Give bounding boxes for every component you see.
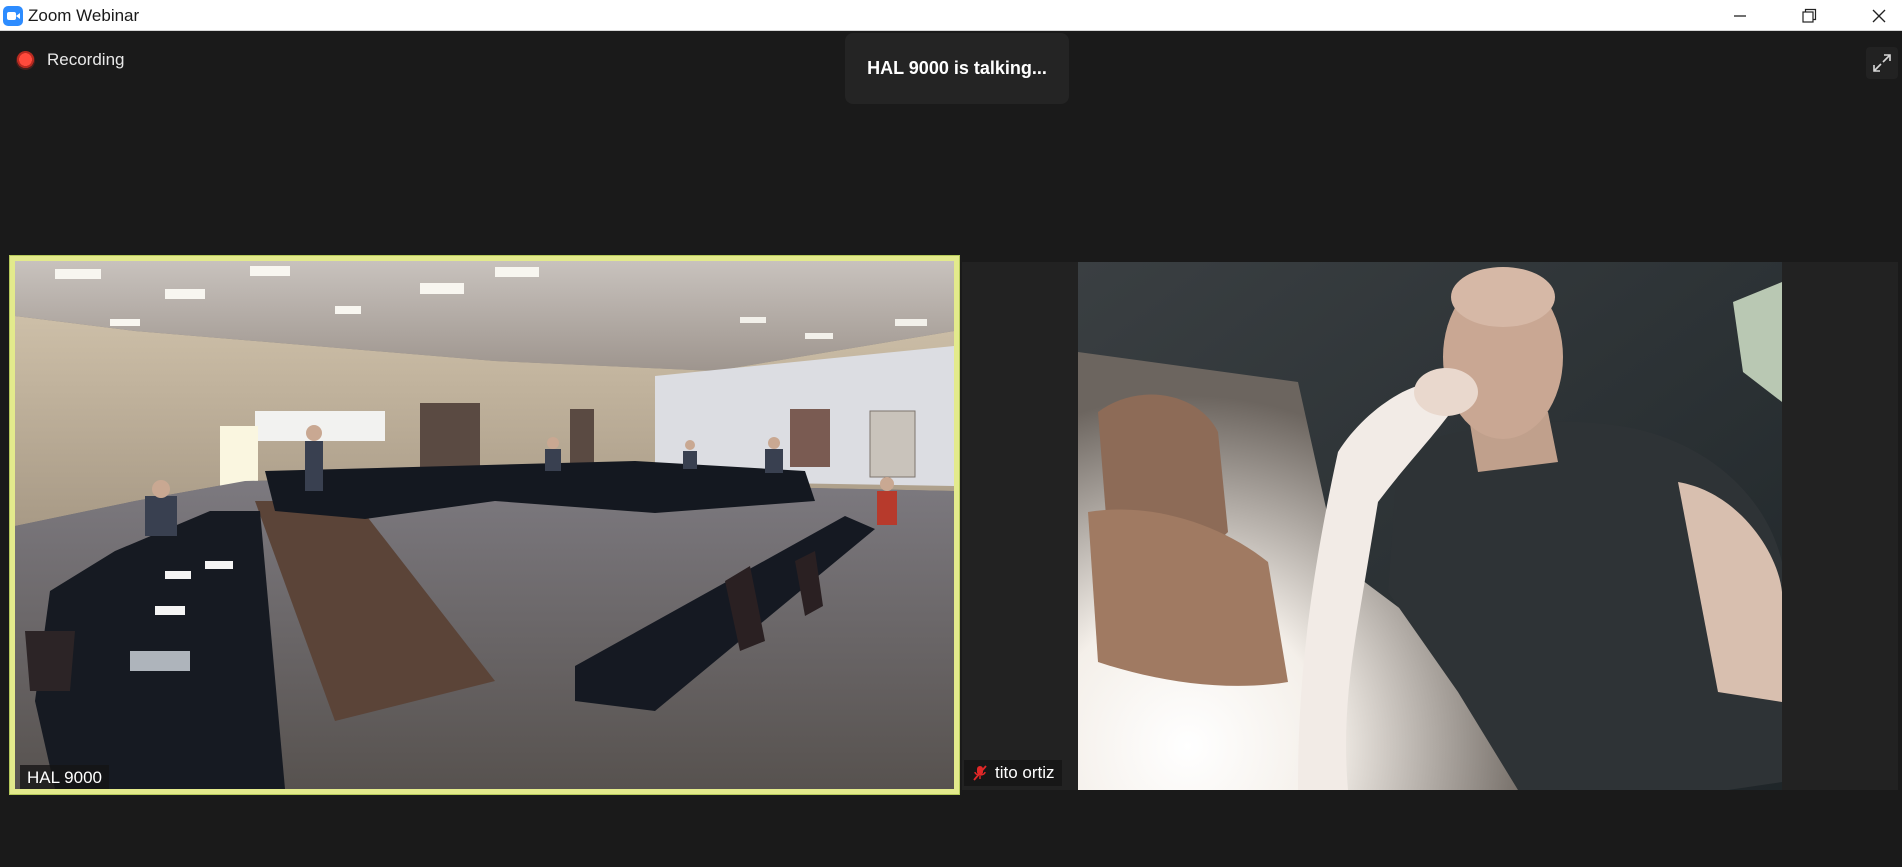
window-title: Zoom Webinar [28, 6, 140, 25]
video-tile-tito-ortiz[interactable]: tito ortiz [962, 262, 1898, 790]
recording-indicator[interactable]: Recording [16, 50, 125, 70]
expand-icon [1873, 54, 1891, 72]
conference-room-video [15, 261, 954, 789]
talking-indicator: HAL 9000 is talking... [845, 33, 1069, 104]
close-icon [1872, 9, 1886, 22]
participant-video [1078, 262, 1782, 790]
fullscreen-button[interactable] [1866, 47, 1898, 79]
restore-icon [1802, 8, 1817, 23]
video-tile-hal-9000[interactable]: HAL 9000 [10, 256, 959, 794]
talking-text: HAL 9000 is talking... [867, 58, 1047, 78]
restore-button[interactable] [1779, 0, 1839, 31]
participant-name-tag: HAL 9000 [20, 765, 109, 789]
recording-label: Recording [47, 50, 125, 69]
muted-microphone-icon [973, 765, 987, 781]
participant-name-tag: tito ortiz [964, 760, 1062, 786]
zoom-app-icon [3, 6, 23, 26]
title-bar: Zoom Webinar [0, 0, 1902, 31]
minimize-button[interactable] [1710, 0, 1770, 31]
participant-name: HAL 9000 [27, 768, 102, 787]
close-button[interactable] [1849, 0, 1902, 31]
recording-dot-icon [16, 50, 35, 70]
participant-name: tito ortiz [995, 763, 1055, 782]
minimize-icon [1734, 14, 1746, 17]
